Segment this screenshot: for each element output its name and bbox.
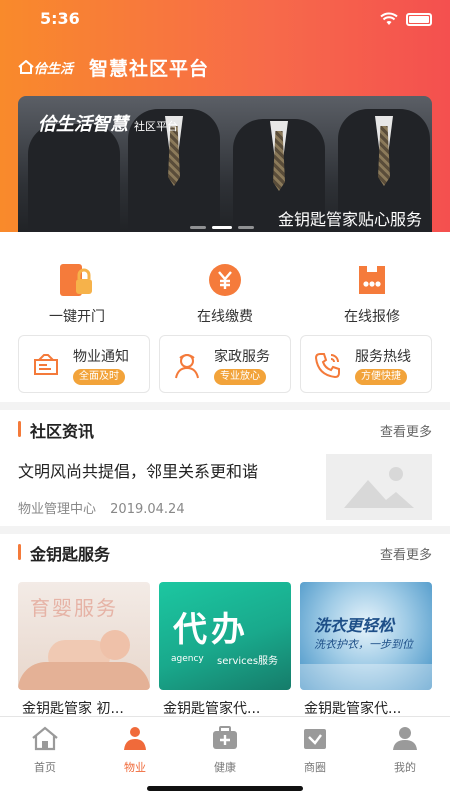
service-name: 服务热线 [355, 349, 411, 365]
section-accent-bar [18, 544, 21, 560]
community-news-header: 社区资讯 查看更多 [0, 414, 450, 444]
news-source: 物业管理中心 [18, 502, 97, 517]
image-placeholder-icon[interactable] [326, 454, 432, 520]
news-item-title[interactable]: 文明风尚共提倡，邻里关系更和谐 [18, 458, 258, 482]
service-card-hotline[interactable]: 服务热线 方便快捷 [300, 335, 432, 393]
battery-icon [406, 12, 432, 26]
shopping-icon [304, 729, 326, 749]
section-title: 金钥匙服务 [30, 545, 111, 564]
tab-property[interactable]: 物业 [90, 725, 180, 775]
banner-carousel[interactable]: 佮生活智慧 社区平台 金钥匙管家贴心服务 [18, 96, 432, 244]
product-image: 代办 agency services服务 [159, 582, 291, 690]
tab-label: 健康 [214, 761, 236, 774]
quick-action-label: 在线缴费 [197, 309, 253, 325]
banner-figure [28, 124, 120, 244]
tab-profile[interactable]: 我的 [360, 725, 450, 775]
product-name: 金钥匙管家代... [163, 701, 261, 717]
logo-text: 佮生活 [34, 61, 74, 77]
news-item-meta: 物业管理中心 2019.04.24 [18, 498, 185, 517]
section-title: 社区资讯 [30, 422, 95, 441]
status-time: 5:36 [40, 9, 80, 28]
quick-action-repair[interactable]: 在线报修 [297, 262, 447, 326]
yuan-coin-icon [209, 264, 241, 296]
golden-key-header: 金钥匙服务 查看更多 [0, 537, 450, 567]
service-product-card[interactable]: 代办 agency services服务 金钥匙管家代... [159, 582, 291, 722]
page-title: 智慧社区平台 [89, 57, 210, 80]
tab-home[interactable]: 首页 [0, 725, 90, 775]
service-tag: 方便快捷 [355, 369, 407, 385]
tab-label: 我的 [394, 761, 416, 774]
carousel-dot[interactable] [238, 226, 254, 229]
status-icons [380, 12, 432, 26]
app-logo: 佮生活 [18, 58, 73, 77]
service-name: 物业通知 [73, 349, 129, 365]
profile-icon [393, 727, 417, 750]
service-product-card[interactable]: 洗衣更轻松 洗衣护衣，一步到位 金钥匙管家代... [300, 582, 432, 722]
product-image: 洗衣更轻松 洗衣护衣，一步到位 [300, 582, 432, 690]
status-bar: 5:36 [0, 0, 450, 40]
repair-icon [359, 266, 385, 294]
carousel-dot[interactable] [190, 226, 206, 229]
door-lock-icon [60, 264, 92, 296]
tab-label: 物业 [124, 761, 146, 774]
home-icon [32, 726, 58, 751]
quick-action-label: 一键开门 [49, 309, 105, 325]
tab-label: 首页 [34, 761, 56, 774]
section-accent-bar [18, 421, 21, 437]
housekeeper-icon [175, 354, 199, 379]
phone-icon [314, 353, 340, 379]
carousel-dot[interactable] [212, 226, 232, 229]
notice-icon [34, 354, 58, 375]
service-tag: 专业放心 [214, 369, 266, 385]
banner-caption: 金钥匙管家贴心服务 [277, 210, 422, 229]
home-indicator [147, 786, 303, 791]
view-more-link[interactable]: 查看更多 [380, 544, 432, 563]
banner-logo: 佮生活智慧 社区平台 [38, 114, 178, 135]
health-icon [213, 726, 237, 749]
product-name: 金钥匙管家 初... [22, 701, 124, 717]
app-header: 佮生活 智慧社区平台 [18, 52, 209, 82]
house-logo-icon [18, 60, 34, 74]
service-product-card[interactable]: 育婴服务 金钥匙管家 初... [18, 582, 150, 722]
carousel-indicator [190, 226, 254, 229]
product-image: 育婴服务 [18, 582, 150, 690]
quick-action-pay-online[interactable]: 在线缴费 [150, 262, 300, 326]
property-icon [124, 727, 146, 750]
tab-health[interactable]: 健康 [180, 725, 270, 775]
quick-action-open-door[interactable]: 一键开门 [2, 262, 152, 326]
service-tag: 全面及时 [73, 369, 125, 385]
news-date: 2019.04.24 [110, 502, 185, 517]
tab-label: 商圈 [304, 761, 326, 774]
product-name: 金钥匙管家代... [304, 701, 402, 717]
tab-shopping[interactable]: 商圈 [270, 725, 360, 775]
wifi-icon [380, 12, 398, 25]
service-card-notice[interactable]: 物业通知 全面及时 [18, 335, 150, 393]
service-card-housekeeping[interactable]: 家政服务 专业放心 [159, 335, 291, 393]
service-name: 家政服务 [214, 349, 270, 365]
view-more-link[interactable]: 查看更多 [380, 421, 432, 440]
quick-action-label: 在线报修 [344, 309, 400, 325]
